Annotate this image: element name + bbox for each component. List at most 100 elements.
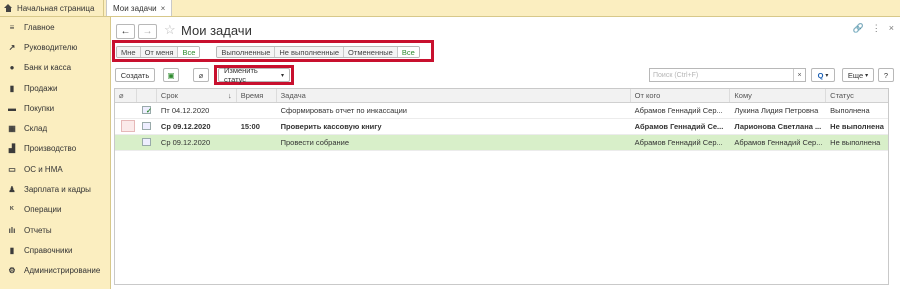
page-title: Мои задачи [181,23,252,38]
cell-time: 15:00 [240,122,260,131]
sidebar-item-label: Справочники [24,245,73,255]
filter-all-status[interactable]: Все [397,46,419,57]
row-marker-cell [115,103,137,118]
sidebar-item-reports[interactable]: ılı Отчеты [0,220,110,240]
task-done-icon [141,104,152,118]
back-button[interactable]: ← [116,24,135,39]
reports-icon: ılı [8,225,16,235]
column-task[interactable]: Задача [277,89,631,102]
paperclip-icon: ⌀ [119,91,124,100]
table-row[interactable]: Ср 09.12.2020 15:00 Проверить кассовую к… [115,119,888,135]
cell-time [237,103,277,118]
column-due[interactable]: Срок ↓ [157,89,237,102]
factory-icon: ▟ [8,144,16,154]
favorite-star-icon[interactable]: ☆ [164,22,176,38]
sidebar-item-operations[interactable]: ᴷ Операции [0,200,110,220]
row-icon-cell [137,135,157,150]
bag-icon: ▮ [9,83,15,93]
window-controls: 🔗 ⋮ × [853,23,894,34]
create-button[interactable]: Создать [115,68,155,82]
more-vert-icon[interactable]: ⋮ [872,23,881,34]
cell-task: Проверить кассовую книгу [280,122,382,131]
column-to[interactable]: Кому [730,89,827,102]
sidebar-item-assets[interactable]: ▭ ОС и НМА [0,159,110,179]
column-from[interactable]: От кого [631,89,731,102]
tasks-table: ⌀ Срок ↓ Время Задача От кого Кому Стату… [114,88,889,285]
filter-not-completed[interactable]: Не выполненные [275,46,345,57]
filter-to-me[interactable]: Мне [117,46,141,57]
forward-button[interactable]: → [138,24,157,39]
search-placeholder: Поиск (Ctrl+F) [653,71,699,79]
sidebar-item-bank[interactable]: ● Банк и касса [0,58,110,78]
cart-icon: ▬ [8,103,16,113]
cell-from: Абрамов Геннадий Сер... [634,106,723,115]
more-button[interactable]: Еще ▾ [842,68,874,82]
table-row[interactable]: Ср 09.12.2020 Провести собрание Абрамов … [115,135,888,151]
sidebar: ≡ Главное ↗ Руководителю ● Банк и касса ▮ Пр… [0,17,111,289]
sidebar-item-salary[interactable]: ♟ Зарплата и кадры [0,179,110,199]
change-status-button[interactable]: Изменить статус ▾ [218,66,290,84]
filter-group-assignee: Мне От меня Все [116,45,201,58]
sidebar-item-catalogs[interactable]: ▮ Справочники [0,240,110,260]
tab-my-tasks-label: Мои задачи [113,3,157,13]
attach-icon[interactable]: ⌀ [193,68,209,82]
new-doc-icon[interactable]: ▣ [163,68,179,82]
sidebar-item-label: Операции [24,205,62,215]
filter-group-status: Выполненные Не выполненные Отмененные Вс… [216,45,420,58]
sort-desc-icon: ↓ [227,91,232,100]
column-icon [137,89,157,102]
sidebar-item-admin[interactable]: ⚙ Администрирование [0,261,110,281]
column-due-label: Срок [160,91,178,100]
filter-all-assignee[interactable]: Все [178,46,200,57]
sidebar-item-production[interactable]: ▟ Производство [0,139,110,159]
filter-from-me[interactable]: От меня [140,46,179,57]
sidebar-item-label: Администрирование [24,266,101,276]
filter-bar: Мне От меня Все Выполненные Не выполненн… [114,42,434,61]
menu-icon: ≡ [9,22,15,32]
sidebar-item-sales[interactable]: ▮ Продажи [0,78,110,98]
column-attachment[interactable]: ⌀ [115,89,137,102]
table-row[interactable]: Пт 04.12.2020 Сформировать отчет по инка… [115,103,888,119]
sidebar-item-label: Продажи [24,83,58,93]
home-icon [4,4,13,12]
cell-status: Не выполнена [830,138,881,147]
sidebar-item-purchases[interactable]: ▬ Покупки [0,98,110,118]
tab-my-tasks[interactable]: Мои задачи × [106,0,173,16]
help-button[interactable]: ? [878,68,894,82]
filter-completed[interactable]: Выполненные [217,46,276,57]
close-icon[interactable]: × [161,4,166,13]
link-icon[interactable]: 🔗 [853,23,864,34]
cell-to: Лукина Лидия Петровна [734,106,819,115]
cell-date: Ср 09.12.2020 [160,138,211,147]
chevron-down-icon: ▾ [865,72,869,79]
row-marker-cell [115,135,137,150]
tab-home-label: Начальная страница [17,3,95,13]
column-status[interactable]: Статус [826,89,888,102]
tab-bar: Начальная страница Мои задачи × [0,0,900,17]
clear-search-icon[interactable]: × [793,69,805,81]
cell-from: Абрамов Геннадий Сер... [634,138,723,147]
sidebar-item-label: Зарплата и кадры [24,185,91,195]
sidebar-item-label: ОС и НМА [24,164,63,174]
sidebar-item-manager[interactable]: ↗ Руководителю [0,37,110,57]
cell-to: Ларионова Светлана ... [734,122,822,131]
sidebar-item-warehouse[interactable]: ▦ Склад [0,118,110,138]
sidebar-item-label: Руководителю [24,42,78,52]
cell-task: Сформировать отчет по инкассации [280,106,407,115]
gear-icon: ⚙ [8,266,16,276]
filter-cancelled[interactable]: Отмененные [344,46,398,57]
sidebar-item-label: Покупки [24,103,55,113]
tab-home[interactable]: Начальная страница [0,0,104,16]
task-icon [141,138,151,146]
sidebar-item-main[interactable]: ≡ Главное [0,17,110,37]
current-row-marker [121,120,135,132]
search-button[interactable]: Q ▾ [811,68,835,82]
row-icon-cell [137,103,157,118]
cell-date: Пт 04.12.2020 [160,106,210,115]
close-icon[interactable]: × [889,23,894,34]
change-status-label: Изменить статус [224,66,258,84]
book-icon: ▮ [9,245,15,255]
column-time[interactable]: Время [237,89,277,102]
search-input[interactable]: Поиск (Ctrl+F) × [649,68,806,82]
truck-icon: ▭ [8,164,16,174]
